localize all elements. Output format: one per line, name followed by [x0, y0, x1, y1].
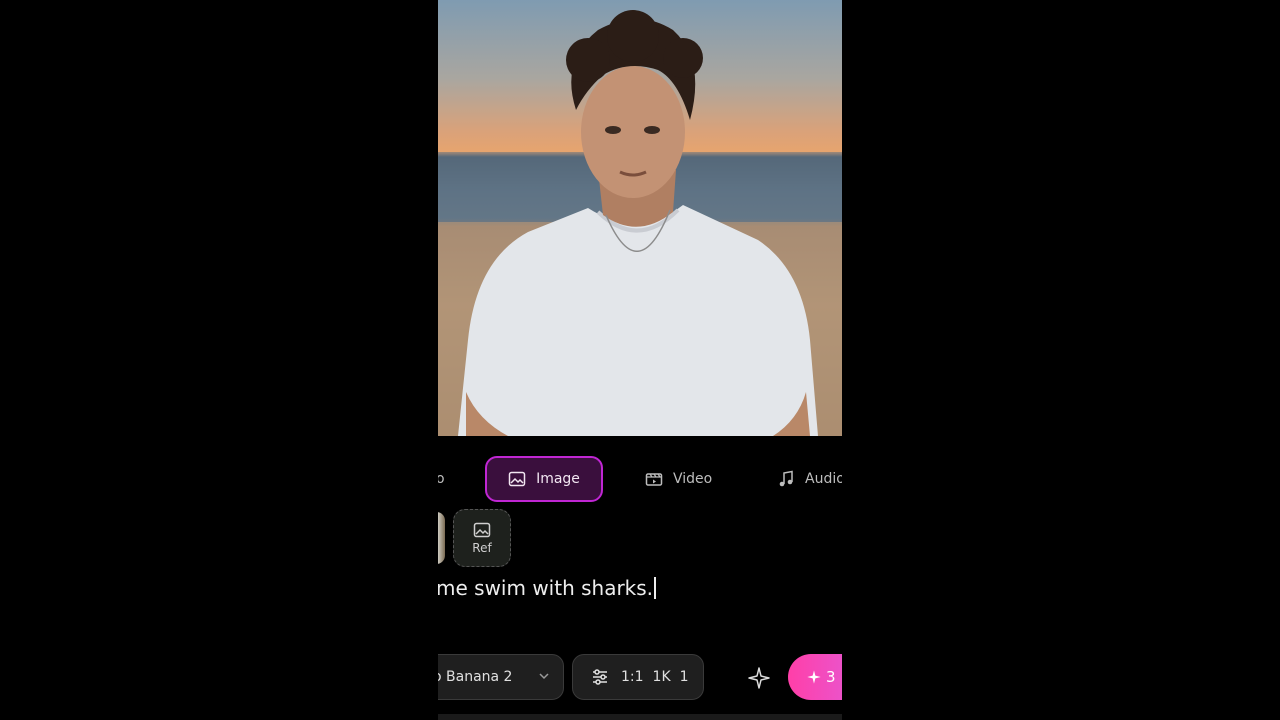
settings-values: 1:1 1K 1	[621, 669, 698, 685]
generate-button[interactable]: 3	[788, 654, 842, 700]
text-caret	[654, 577, 657, 599]
tab-video-label: Video	[673, 471, 713, 487]
music-icon	[779, 470, 793, 487]
tab-audio-label: Audio	[805, 471, 842, 487]
generation-settings-button[interactable]: 1:1 1K 1	[572, 654, 704, 700]
model-select[interactable]: o Banana 2	[438, 654, 564, 700]
chevron-down-icon	[539, 673, 549, 680]
photo-illustration	[438, 10, 842, 436]
model-label: o Banana 2	[438, 669, 513, 685]
aspect-ratio: 1:1	[621, 669, 644, 685]
image-icon	[473, 522, 491, 538]
reference-thumbnail[interactable]	[438, 512, 445, 564]
tab-partial-label: o	[438, 471, 445, 487]
ref-label: Ref	[472, 541, 492, 555]
video-icon	[645, 473, 663, 486]
sliders-icon	[593, 669, 607, 685]
add-reference-button[interactable]: Ref	[453, 509, 511, 567]
tab-image[interactable]: Image	[485, 456, 603, 502]
tab-image-label: Image	[536, 471, 580, 487]
tab-partial[interactable]: o	[438, 456, 445, 502]
image-icon	[508, 471, 526, 487]
home-indicator	[438, 714, 842, 720]
tab-video[interactable]: Video	[645, 456, 712, 502]
sparkle-icon[interactable]	[747, 666, 771, 690]
generate-cost: 3	[826, 668, 836, 686]
phone-screen: o Image Video Audio Ref me swim with sha…	[438, 0, 842, 720]
prompt-text: me swim with sharks.	[438, 576, 654, 600]
image-count: 1	[679, 669, 689, 685]
resolution: 1K	[652, 669, 671, 685]
tab-audio[interactable]: Audio	[777, 456, 842, 502]
generated-photo[interactable]	[438, 0, 842, 436]
sparkle-icon	[807, 670, 821, 684]
prompt-input[interactable]: me swim with sharks.	[438, 576, 657, 600]
